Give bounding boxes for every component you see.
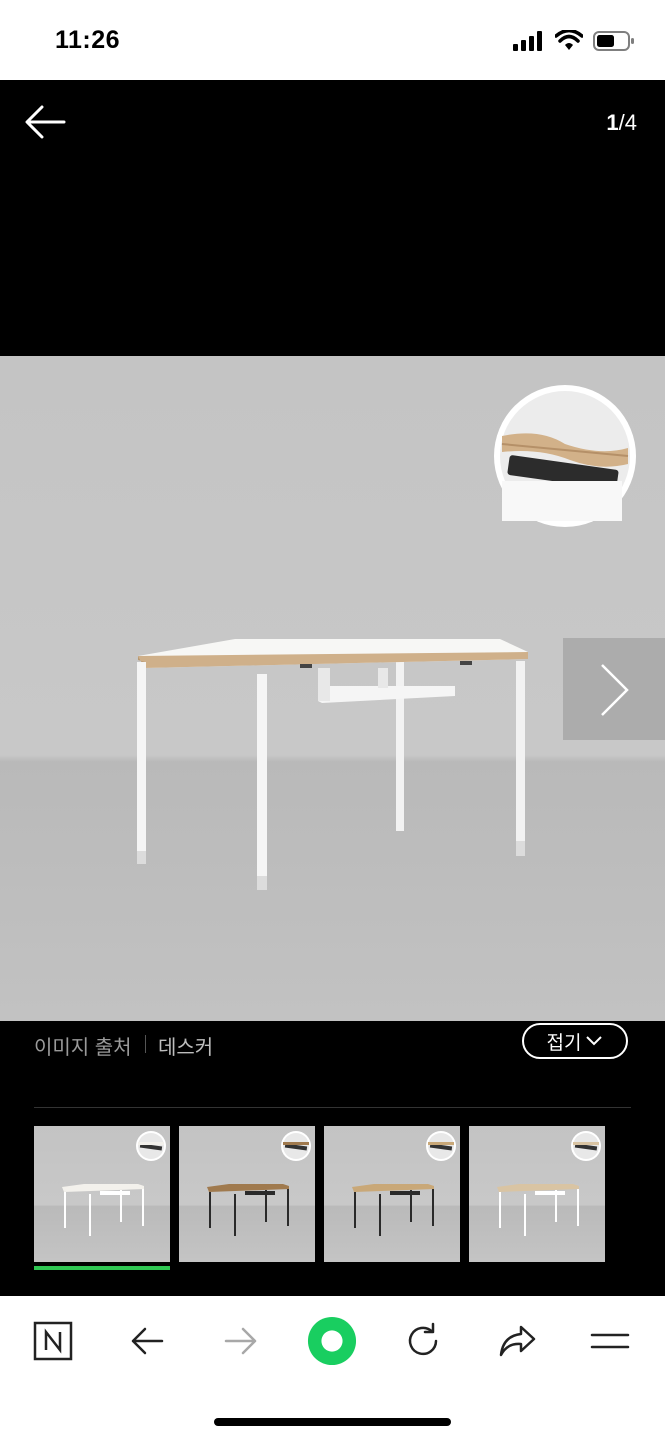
thumbnail-4[interactable] [469,1126,605,1262]
total-pages: 4 [624,110,637,135]
product-image[interactable] [0,356,665,1021]
current-page: 1 [606,110,619,135]
menu-button[interactable] [585,1316,635,1366]
back-button[interactable] [22,102,68,142]
caption-row: 이미지 출처 데스커 접기 [0,1021,665,1106]
thumbnail-desk-image [207,1131,311,1236]
chevron-right-icon [601,664,629,716]
thumbnail-desk-image [62,1131,166,1236]
refresh-button[interactable] [398,1316,448,1366]
refresh-icon [408,1322,438,1356]
menu-icon [590,1333,630,1349]
browser-back-button[interactable] [122,1316,172,1366]
thumbnail-2[interactable] [179,1126,315,1262]
thumbnail-desk-image [352,1131,456,1236]
chevron-down-icon [586,1036,603,1046]
image-source-value[interactable]: 데스커 [158,1031,213,1060]
collapse-button[interactable]: 접기 [522,1023,628,1059]
thumbnail-strip [34,1126,605,1262]
status-time: 11:26 [55,26,121,54]
selected-thumbnail-indicator [34,1266,170,1270]
back-arrow-icon [131,1327,164,1355]
status-bar: 11:26 [0,0,665,80]
back-arrow-icon [25,105,66,139]
wifi-icon [555,30,583,50]
collapse-label: 접기 [546,1032,582,1054]
green-dot-icon [307,1316,357,1366]
naver-home-button[interactable] [28,1316,78,1366]
viewer-header: 1/4 [0,80,665,356]
naver-n-icon [33,1321,73,1361]
thumbnail-1[interactable] [34,1126,170,1262]
thumbnail-desk-image [497,1131,601,1236]
browser-forward-button[interactable] [216,1316,266,1366]
page-counter: 1/4 [606,110,637,136]
cellular-signal-icon [513,31,542,51]
thumbnail-3[interactable] [324,1126,460,1262]
share-button[interactable] [492,1316,542,1366]
home-indicator [214,1418,451,1426]
caption-separator [145,1035,146,1053]
status-icons [513,30,635,52]
next-image-button[interactable] [563,638,665,740]
divider [34,1107,631,1108]
image-source-label: 이미지 출처 [34,1037,132,1059]
share-icon [499,1325,536,1357]
green-dot-button[interactable] [307,1316,357,1366]
battery-icon [593,31,634,51]
forward-arrow-icon [224,1327,257,1355]
